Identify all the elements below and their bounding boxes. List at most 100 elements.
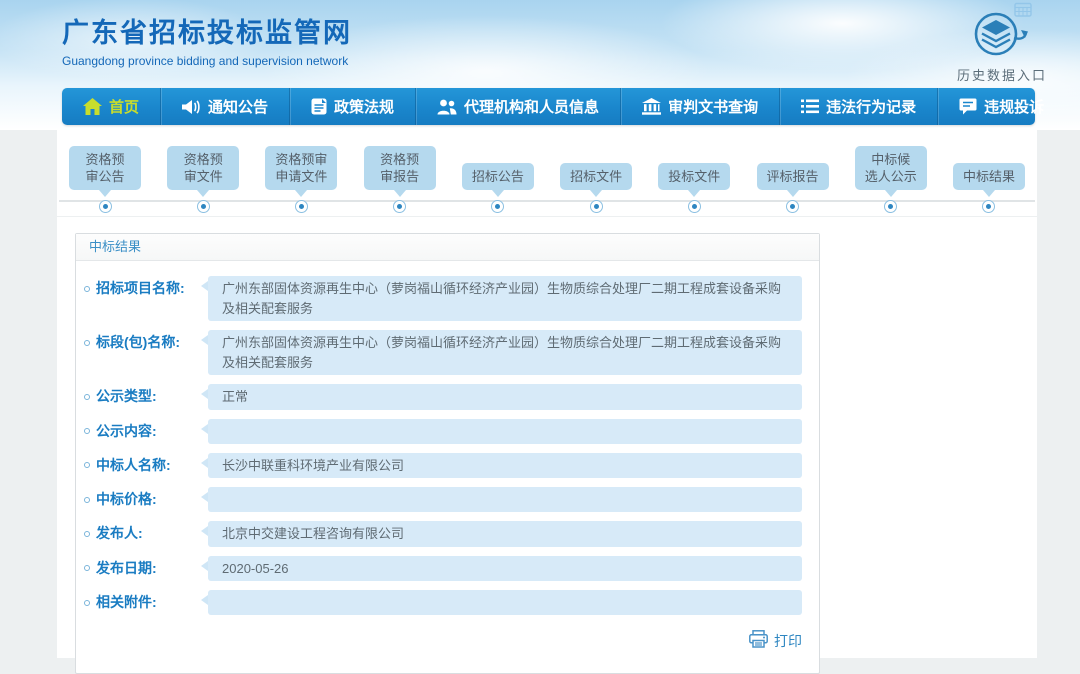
process-step[interactable]: 中标候 选人公示 bbox=[855, 137, 927, 213]
field-label: 公示类型: bbox=[84, 384, 208, 409]
home-icon bbox=[83, 98, 102, 115]
bullet-icon bbox=[84, 428, 90, 434]
process-step-label[interactable]: 投标文件 bbox=[658, 163, 730, 190]
field-label: 中标人名称: bbox=[84, 453, 208, 478]
bubble-tail bbox=[688, 190, 700, 197]
field-value-box bbox=[208, 419, 802, 444]
field-label: 公示内容: bbox=[84, 419, 208, 444]
timeline-dot-icon bbox=[393, 200, 406, 213]
field-value: 长沙中联重科环境产业有限公司 bbox=[208, 453, 802, 479]
field-value-box: 北京中交建设工程咨询有限公司 bbox=[208, 521, 802, 547]
bullet-icon bbox=[84, 600, 90, 606]
bullet-icon bbox=[84, 565, 90, 571]
field-value: 2020-05-26 bbox=[208, 556, 802, 582]
bullet-icon bbox=[84, 394, 90, 400]
field-value-box bbox=[208, 487, 802, 512]
bubble-tail bbox=[885, 190, 897, 197]
nav-item-bank[interactable]: 审判文书查询 bbox=[620, 88, 779, 125]
process-step[interactable]: 评标报告 bbox=[757, 137, 829, 213]
field-label: 发布人: bbox=[84, 521, 208, 546]
speaker-icon bbox=[182, 99, 201, 115]
form-row: 标段(包)名称:广州东部固体资源再生中心（萝岗福山循环经济产业园）生物质综合处理… bbox=[84, 330, 802, 375]
process-step[interactable]: 资格预 审公告 bbox=[69, 137, 141, 213]
process-step-label[interactable]: 招标文件 bbox=[560, 163, 632, 190]
field-value-box: 正常 bbox=[208, 384, 802, 410]
timeline-dot-icon bbox=[688, 200, 701, 213]
form-row: 公示内容: bbox=[84, 419, 802, 444]
list-icon bbox=[801, 99, 819, 114]
nav-item-label: 政策法规 bbox=[334, 96, 394, 117]
timeline-dot-icon bbox=[786, 200, 799, 213]
field-label: 发布日期: bbox=[84, 556, 208, 581]
bank-icon bbox=[642, 98, 661, 115]
bullet-icon bbox=[84, 497, 90, 503]
people-icon bbox=[437, 99, 457, 115]
field-value: 广州东部固体资源再生中心（萝岗福山循环经济产业园）生物质综合处理厂二期工程成套设… bbox=[208, 330, 802, 375]
document-icon bbox=[311, 98, 327, 115]
bubble-tail bbox=[590, 190, 602, 197]
print-row: 打印 bbox=[84, 624, 802, 663]
process-step[interactable]: 资格预 审文件 bbox=[167, 137, 239, 213]
site-title: 广东省招标投标监管网 bbox=[62, 11, 352, 50]
process-step[interactable]: 中标结果 bbox=[953, 137, 1025, 213]
history-data-entry[interactable]: 历史数据入口 bbox=[952, 10, 1052, 84]
form-row: 中标人名称:长沙中联重科环境产业有限公司 bbox=[84, 453, 802, 479]
process-step[interactable]: 投标文件 bbox=[658, 137, 730, 213]
nav-item-list[interactable]: 违法行为记录 bbox=[779, 88, 937, 125]
bullet-icon bbox=[84, 286, 90, 292]
form-row: 公示类型:正常 bbox=[84, 384, 802, 410]
nav-item-chat[interactable]: 违规投诉 bbox=[937, 88, 1065, 125]
process-step-label[interactable]: 中标结果 bbox=[953, 163, 1025, 190]
process-step-label[interactable]: 评标报告 bbox=[757, 163, 829, 190]
timeline-dot-icon bbox=[590, 200, 603, 213]
field-label: 招标项目名称: bbox=[84, 276, 208, 301]
nav-item-document[interactable]: 政策法规 bbox=[289, 88, 415, 125]
print-button[interactable]: 打印 bbox=[749, 630, 802, 651]
timeline-dot-icon bbox=[99, 200, 112, 213]
bubble-tail bbox=[983, 190, 995, 197]
field-value: 广州东部固体资源再生中心（萝岗福山循环经济产业园）生物质综合处理厂二期工程成套设… bbox=[208, 276, 802, 321]
process-step-label[interactable]: 中标候 选人公示 bbox=[855, 146, 927, 190]
bubble-tail bbox=[787, 190, 799, 197]
field-value: 正常 bbox=[208, 384, 802, 410]
process-step-label[interactable]: 资格预 审文件 bbox=[167, 146, 239, 190]
field-value bbox=[208, 419, 802, 444]
nav-item-label: 首页 bbox=[109, 96, 139, 117]
field-value-box: 长沙中联重科环境产业有限公司 bbox=[208, 453, 802, 479]
process-step-label[interactable]: 资格预审 申请文件 bbox=[265, 146, 337, 190]
bubble-tail bbox=[492, 190, 504, 197]
form-row: 招标项目名称:广州东部固体资源再生中心（萝岗福山循环经济产业园）生物质综合处理厂… bbox=[84, 276, 802, 321]
result-panel: 中标结果 招标项目名称:广州东部固体资源再生中心（萝岗福山循环经济产业园）生物质… bbox=[75, 233, 820, 674]
main-nav: 首页通知公告政策法规代理机构和人员信息审判文书查询违法行为记录违规投诉 bbox=[62, 88, 1035, 125]
form-row: 中标价格: bbox=[84, 487, 802, 512]
chat-icon bbox=[959, 98, 977, 115]
nav-item-people[interactable]: 代理机构和人员信息 bbox=[415, 88, 620, 125]
nav-item-speaker[interactable]: 通知公告 bbox=[160, 88, 289, 125]
bubble-tail bbox=[99, 190, 111, 197]
process-step[interactable]: 招标公告 bbox=[462, 137, 534, 213]
bullet-icon bbox=[84, 340, 90, 346]
process-step[interactable]: 招标文件 bbox=[560, 137, 632, 213]
field-value bbox=[208, 487, 802, 512]
process-step-label[interactable]: 资格预 审公告 bbox=[69, 146, 141, 190]
content-column: 资格预 审公告资格预 审文件资格预审 申请文件资格预 审报告招标公告招标文件投标… bbox=[57, 130, 1037, 658]
nav-item-label: 违法行为记录 bbox=[826, 96, 916, 117]
nav-item-home[interactable]: 首页 bbox=[62, 88, 160, 125]
process-step[interactable]: 资格预 审报告 bbox=[364, 137, 436, 213]
field-label: 相关附件: bbox=[84, 590, 208, 615]
nav-item-label: 通知公告 bbox=[208, 96, 268, 117]
divider bbox=[57, 216, 1037, 217]
process-step-label[interactable]: 资格预 审报告 bbox=[364, 146, 436, 190]
timeline-dot-icon bbox=[197, 200, 210, 213]
nav-item-label: 审判文书查询 bbox=[668, 96, 758, 117]
process-step[interactable]: 资格预审 申请文件 bbox=[265, 137, 337, 213]
timeline-dot-icon bbox=[982, 200, 995, 213]
bubble-tail bbox=[394, 190, 406, 197]
timeline-dot-icon bbox=[491, 200, 504, 213]
site-subtitle: Guangdong province bidding and supervisi… bbox=[62, 54, 352, 68]
history-stack-icon bbox=[969, 45, 1035, 62]
panel-title: 中标结果 bbox=[76, 234, 819, 261]
field-value bbox=[208, 590, 802, 615]
field-label: 中标价格: bbox=[84, 487, 208, 512]
process-step-label[interactable]: 招标公告 bbox=[462, 163, 534, 190]
